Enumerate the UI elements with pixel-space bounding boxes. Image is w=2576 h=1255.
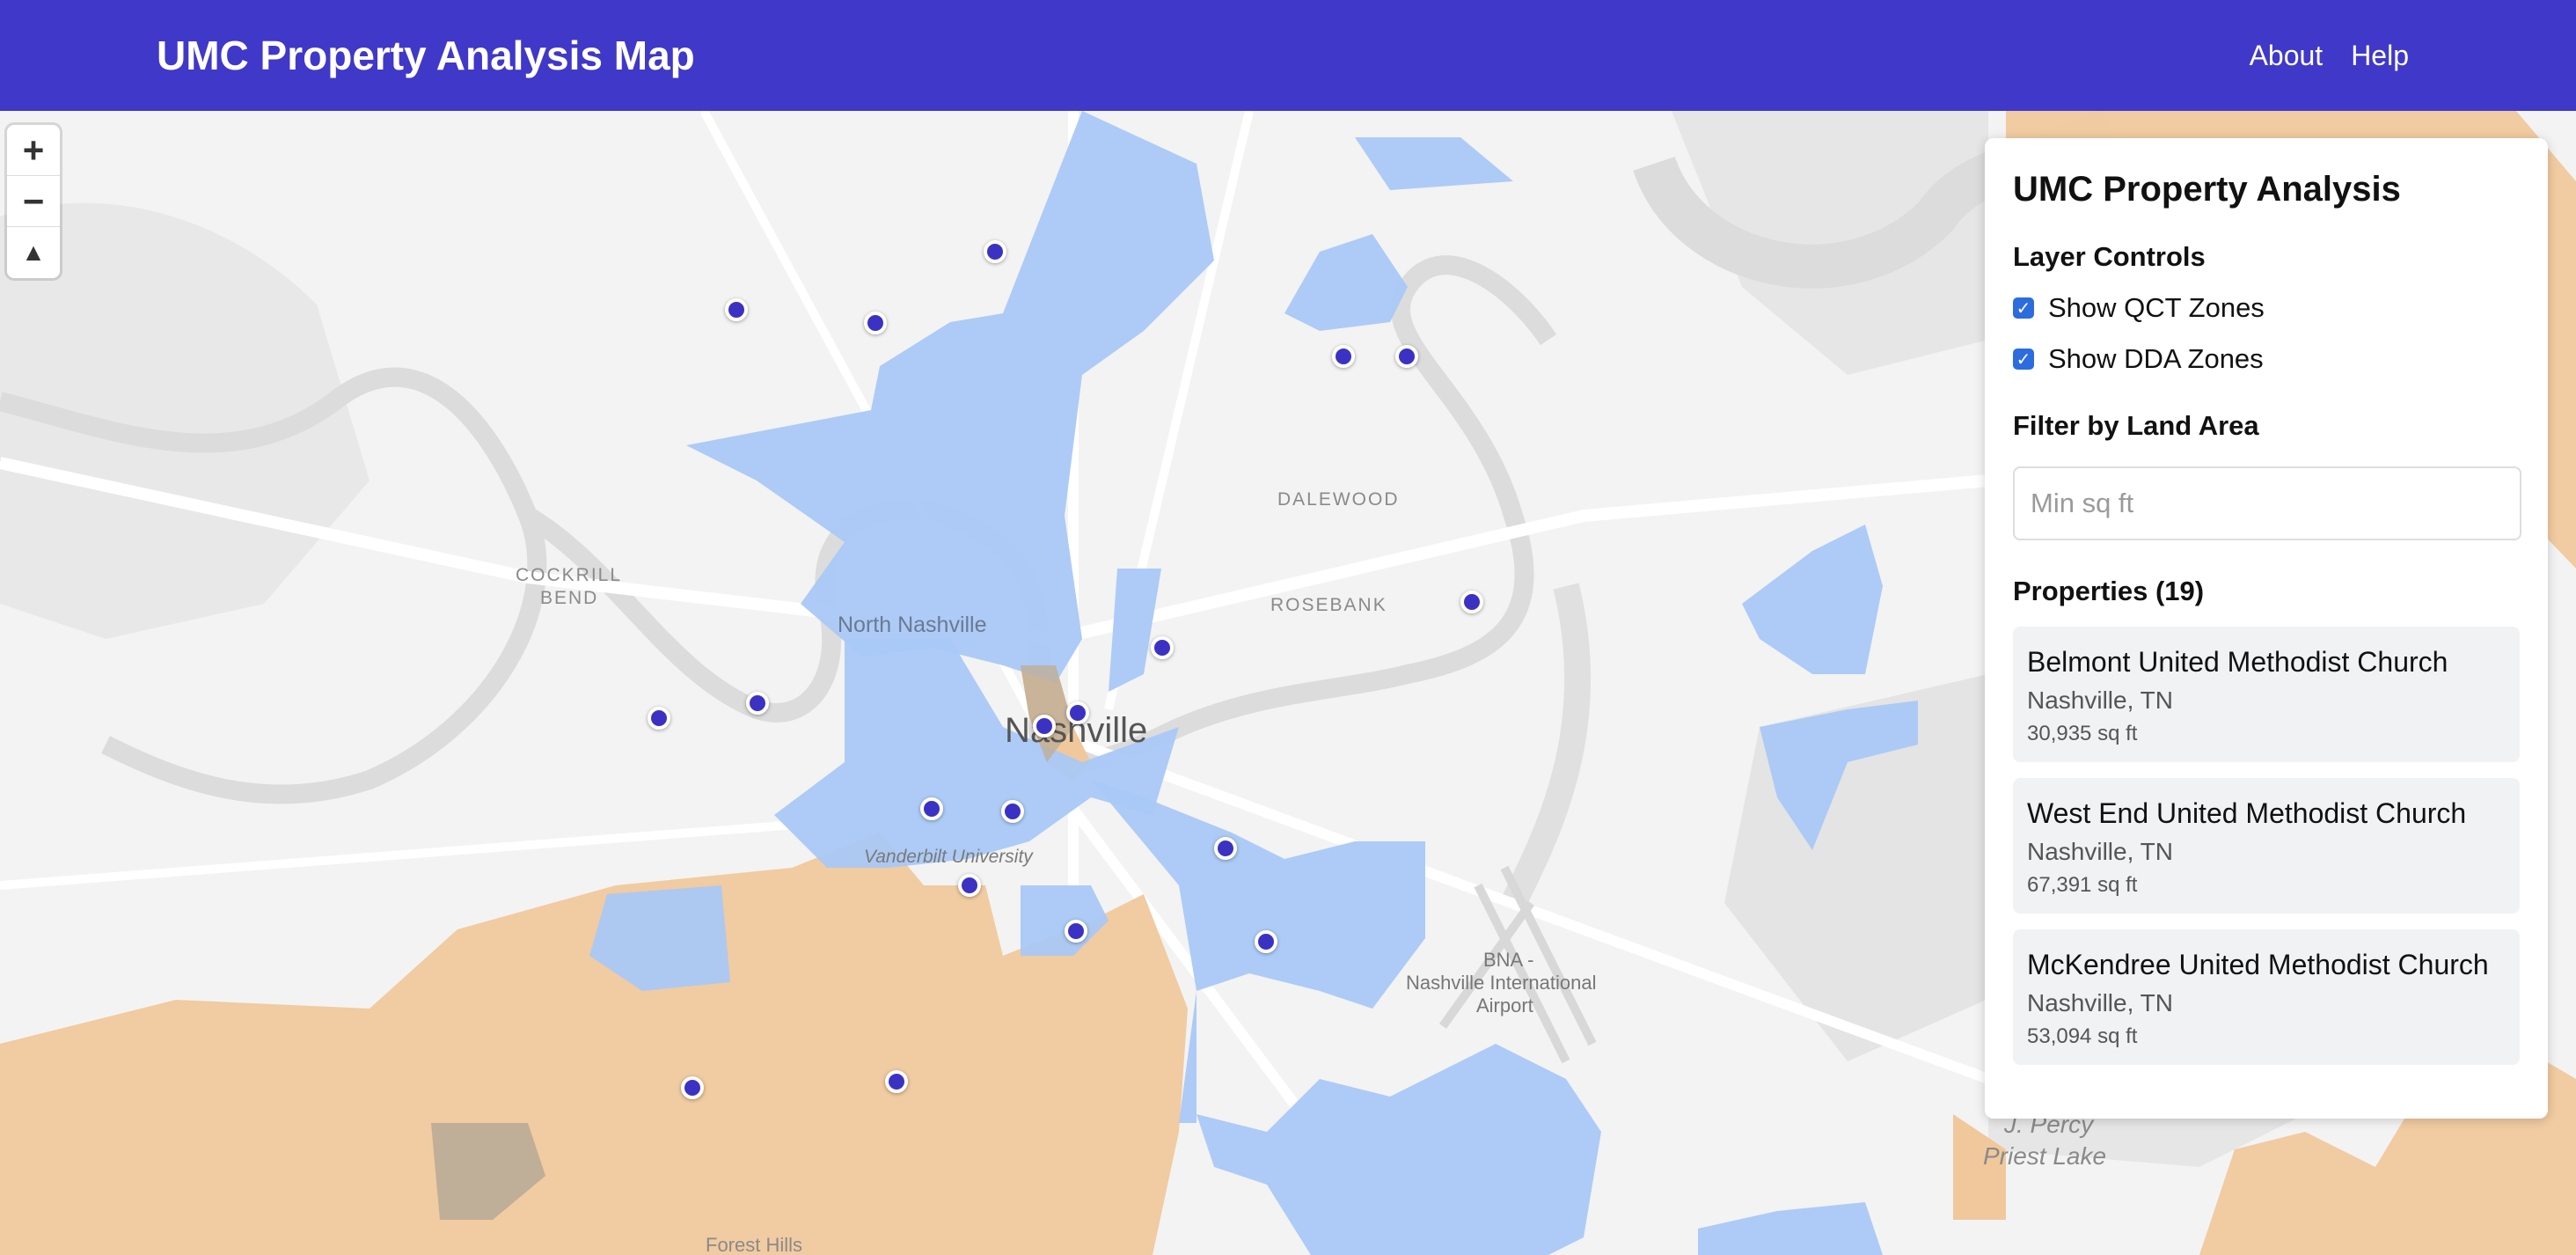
navbar: UMC Property Analysis Map About Help [0,0,2576,111]
property-marker[interactable] [864,312,887,334]
property-marker[interactable] [1395,345,1418,368]
property-city: Nashville, TN [2027,686,2173,714]
property-marker[interactable] [1065,920,1087,943]
show-dda-toggle[interactable]: ✓ Show DDA Zones [2013,343,2520,375]
property-marker[interactable] [1151,636,1174,659]
property-marker[interactable] [746,692,769,715]
property-marker[interactable] [1214,837,1237,860]
property-marker[interactable] [920,797,943,820]
map-label-north-nashville: North Nashville [838,613,987,637]
layer-controls-heading: Layer Controls [2013,241,2206,272]
map-label-lake-2: Priest Lake [1983,1142,2107,1170]
property-marker[interactable] [1332,345,1355,368]
property-marker[interactable] [885,1070,908,1093]
show-qct-toggle[interactable]: ✓ Show QCT Zones [2013,292,2520,324]
nav-links: About Help [2250,0,2409,111]
property-city: Nashville, TN [2027,989,2173,1016]
nav-about-link[interactable]: About [2250,40,2324,72]
map-label-rosebank: ROSEBANK [1270,595,1387,615]
map-label-airport-2: Nashville International [1406,972,1597,994]
map-label-bend: BEND [540,588,599,608]
min-sqft-input[interactable] [2013,466,2521,540]
panel-title: UMC Property Analysis [2013,170,2401,209]
show-qct-label: Show QCT Zones [2048,292,2265,323]
nav-help-link[interactable]: Help [2351,40,2409,72]
dda-checkbox[interactable]: ✓ [2013,349,2034,370]
property-name: McKendree United Methodist Church [2027,949,2489,980]
analysis-panel: UMC Property Analysis Layer Controls ✓ S… [1985,138,2548,1119]
property-marker[interactable] [648,707,670,730]
map-label-cockrill: COCKRILL [516,565,623,585]
property-marker[interactable] [984,240,1006,263]
property-card[interactable]: Belmont United Methodist Church Nashvill… [2013,627,2520,762]
zoom-out-button[interactable]: − [7,176,60,227]
property-marker[interactable] [1066,701,1089,724]
property-card[interactable]: McKendree United Methodist Church Nashvi… [2013,929,2520,1065]
qct-checkbox[interactable]: ✓ [2013,297,2034,319]
map-label-airport-3: Airport [1476,994,1533,1016]
property-marker[interactable] [1033,715,1056,738]
property-marker[interactable] [1460,591,1483,613]
property-marker[interactable] [958,874,981,897]
compass-reset-button[interactable]: ▲ [7,227,60,278]
app-title: UMC Property Analysis Map [157,33,695,78]
property-marker[interactable] [1001,800,1024,823]
property-name: West End United Methodist Church [2027,797,2467,829]
zoom-control: + − ▲ [7,125,60,278]
map-label-airport-1: BNA - [1483,949,1534,971]
property-list[interactable]: Belmont United Methodist Church Nashvill… [2013,627,2520,1075]
property-area: 67,391 sq ft [2027,873,2138,897]
property-name: Belmont United Methodist Church [2027,646,2448,678]
property-marker[interactable] [725,298,748,321]
show-dda-label: Show DDA Zones [2048,343,2264,374]
property-marker[interactable] [681,1076,704,1099]
properties-heading: Properties (19) [2013,576,2205,606]
map-label-dalewood: DALEWOOD [1277,489,1400,510]
map-label-vanderbilt: Vanderbilt University [864,847,1033,867]
property-area: 53,094 sq ft [2027,1024,2138,1048]
property-city: Nashville, TN [2027,838,2173,865]
map-label-forest-hills: Forest Hills [706,1234,803,1255]
property-card[interactable]: West End United Methodist Church Nashvil… [2013,778,2520,914]
property-marker[interactable] [1255,930,1277,953]
zoom-in-button[interactable]: + [7,125,60,176]
filter-heading: Filter by Land Area [2013,410,2259,441]
property-area: 30,935 sq ft [2027,722,2138,745]
